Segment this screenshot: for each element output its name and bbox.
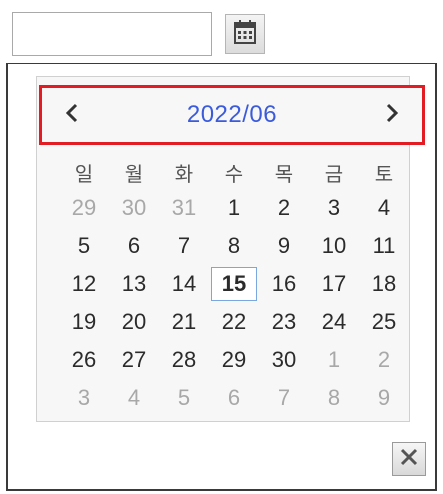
day-cell[interactable]: 9 [259,227,309,265]
close-icon [399,447,419,472]
day-cell[interactable]: 3 [309,189,359,227]
day-cell[interactable]: 25 [359,303,409,341]
calendar-panel: 2022/06 일 월 화 수 목 금 토 29 30 31 1 2 3 4 5 6 7 8 9 10 1… [36,76,425,422]
weekday-thu: 목 [274,161,294,186]
day-cell[interactable]: 7 [159,227,209,265]
chevron-left-icon [65,103,79,128]
day-cell[interactable]: 22 [209,303,259,341]
day-cell[interactable]: 17 [309,265,359,303]
week-row: 26 27 28 29 30 1 2 [59,341,409,379]
day-cell[interactable]: 19 [59,303,109,341]
month-title: 2022/06 [186,101,278,128]
week-row: 5 6 7 8 9 10 11 [59,227,409,265]
weekday-tue: 화 [174,161,194,186]
next-month-button[interactable] [362,88,422,142]
day-cell[interactable]: 29 [209,341,259,379]
day-cell-other-month[interactable]: 31 [159,189,209,227]
day-cell[interactable]: 30 [259,341,309,379]
weekday-wed: 수 [224,161,244,186]
weekday-header-row: 일 월 화 수 목 금 토 [59,155,409,189]
day-cell[interactable]: 23 [259,303,309,341]
day-cell[interactable]: 11 [359,227,409,265]
week-row: 3456789 [59,379,409,417]
day-cell-other-month[interactable]: 2 [359,341,409,379]
day-cell-other-month[interactable]: 8 [309,379,359,417]
day-cell-other-month[interactable]: 1 [309,341,359,379]
day-cell[interactable]: 10 [309,227,359,265]
weekday-sun: 일 [74,161,94,186]
day-cell-other-month[interactable]: 30 [109,189,159,227]
day-cell-other-month[interactable]: 9 [359,379,409,417]
close-button[interactable] [392,442,426,476]
day-cell[interactable]: 28 [159,341,209,379]
weekday-fri: 금 [324,161,344,186]
day-cell[interactable]: 26 [59,341,109,379]
day-cell-other-month[interactable]: 6 [209,379,259,417]
day-cell[interactable]: 2 [259,189,309,227]
week-row: 19 20 21 22 23 24 25 [59,303,409,341]
chevron-right-icon [385,103,399,128]
day-cell[interactable]: 24 [309,303,359,341]
weekday-sat: 토 [374,161,394,186]
day-cell[interactable]: 12 [59,265,109,303]
day-cell[interactable]: 16 [259,265,309,303]
day-cell-other-month[interactable]: 5 [159,379,209,417]
day-cell[interactable]: 5 [59,227,109,265]
day-cell-other-month[interactable]: 29 [59,189,109,227]
day-cell[interactable]: 1 [209,189,259,227]
date-input[interactable] [12,12,212,56]
day-cell-today[interactable]: 15 [211,267,257,301]
week-row: 12 13 14 15 16 17 18 [59,265,409,303]
weekday-mon: 월 [124,161,144,186]
day-cell[interactable]: 13 [109,265,159,303]
calendar-header: 2022/06 [39,85,425,145]
day-cell[interactable]: 14 [159,265,209,303]
day-cell[interactable]: 8 [209,227,259,265]
day-cell[interactable]: 18 [359,265,409,303]
week-row: 29 30 31 1 2 3 4 [59,189,409,227]
day-cell[interactable]: 21 [159,303,209,341]
day-cell[interactable]: 6 [109,227,159,265]
calendar-icon [233,19,257,50]
calendar-button[interactable] [225,14,265,54]
day-cell[interactable]: 4 [359,189,409,227]
calendar-grid: 일 월 화 수 목 금 토 29 30 31 1 2 3 4 5 6 7 8 9 10 11 12 13 14 1… [59,155,409,417]
day-cell[interactable]: 20 [109,303,159,341]
day-cell[interactable]: 27 [109,341,159,379]
day-cell-other-month[interactable]: 7 [259,379,309,417]
prev-month-button[interactable] [42,88,102,142]
day-cell-other-month[interactable]: 3 [59,379,109,417]
datepicker-popup: 2022/06 일 월 화 수 목 금 토 29 30 31 1 2 3 4 5 6 7 8 9 10 1… [6,63,437,491]
day-cell-other-month[interactable]: 4 [109,379,159,417]
